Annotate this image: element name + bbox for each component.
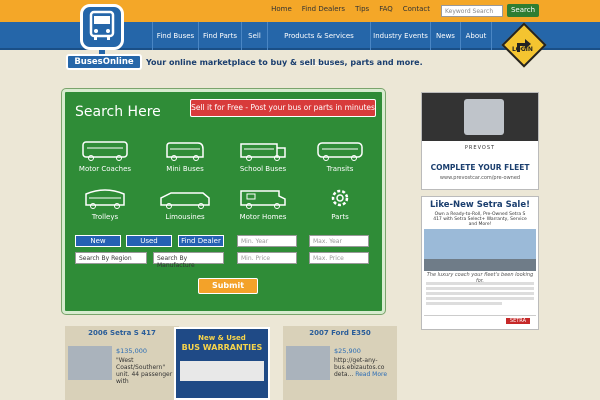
warranty-ad[interactable]: New & Used BUS WARRANTIES: [174, 327, 270, 400]
category-transits[interactable]: Transits: [305, 140, 375, 173]
listing-price: $135,000: [116, 347, 148, 355]
manufacture-select[interactable]: Search By Manufacture: [153, 252, 224, 269]
used-button[interactable]: Used: [126, 235, 172, 247]
logo-text[interactable]: BusesOnline: [66, 54, 142, 70]
sell-free-button[interactable]: Sell it for Free - Post your bus or part…: [190, 99, 376, 117]
category-label: Transits: [326, 165, 354, 173]
category-motor-homes[interactable]: Motor Homes: [228, 186, 298, 221]
category-trolleys[interactable]: Trolleys: [70, 186, 140, 221]
keyword-search-input[interactable]: Keyword Search: [441, 5, 503, 17]
category-label: Parts: [331, 213, 349, 221]
mini-bus-icon: [166, 142, 204, 161]
search-panel-title: Search Here: [75, 104, 161, 120]
coach-image: [464, 99, 504, 135]
prevost-brand: PREVOST: [464, 145, 496, 151]
transit-bus-icon: [317, 142, 363, 161]
setra-road-image: [424, 259, 536, 271]
max-price-input[interactable]: Max. Price: [309, 252, 369, 264]
tagline: Your online marketplace to buy & sell bu…: [146, 58, 423, 67]
trolley-icon: [85, 189, 125, 209]
top-link-contact[interactable]: Contact: [403, 5, 430, 13]
prevost-headline: COMPLETE YOUR FLEET: [430, 163, 530, 172]
setra-brand: SETRA: [505, 318, 530, 324]
listing-card[interactable]: 2007 Ford E350 $25,900 http://get-any-bu…: [283, 326, 397, 400]
nav-find-parts[interactable]: Find Parts: [198, 22, 241, 50]
new-button[interactable]: New: [75, 235, 121, 247]
nav-about[interactable]: About: [460, 22, 492, 50]
listing-image[interactable]: [286, 346, 330, 380]
logo-bus-icon[interactable]: [80, 4, 124, 50]
category-label: School Buses: [239, 165, 287, 173]
listing-description: "West Coast/Southern" unit. 44 passenger…: [116, 357, 173, 385]
setra-headline: Like-New Setra Sale!: [430, 200, 530, 210]
school-bus-icon: [240, 143, 286, 161]
category-mini-buses[interactable]: Mini Buses: [150, 140, 220, 173]
prevost-coach-image: [422, 93, 538, 141]
max-year-input[interactable]: Max. Year: [309, 235, 369, 247]
top-link-tips[interactable]: Tips: [355, 5, 369, 13]
region-select[interactable]: Search By Region: [75, 252, 147, 264]
setra-footer: SETRA: [424, 315, 536, 327]
login-label[interactable]: LOGIN: [512, 46, 533, 53]
category-parts[interactable]: Parts: [305, 186, 375, 221]
category-label: Trolleys: [91, 213, 119, 221]
warranty-buses-image: [180, 361, 264, 381]
listing-description: http://get-any-bus.ebizautos.co deta... …: [334, 357, 394, 378]
top-link-find-dealers[interactable]: Find Dealers: [302, 5, 345, 13]
nav-sell[interactable]: Sell: [241, 22, 267, 50]
nav-news[interactable]: News: [430, 22, 460, 50]
nav-find-buses[interactable]: Find Buses: [152, 22, 198, 50]
listing-title[interactable]: 2007 Ford E350: [283, 329, 397, 337]
top-link-home[interactable]: Home: [271, 5, 292, 13]
listing-card[interactable]: 2006 Setra S 417 $135,000 "West Coast/So…: [65, 326, 179, 400]
category-label: Limousines: [165, 213, 205, 221]
listing-price: $25,900: [334, 347, 361, 355]
nav-directory[interactable]: Products & Services Directory: [267, 22, 370, 68]
category-motor-coaches[interactable]: Motor Coaches: [70, 140, 140, 173]
search-button[interactable]: Search: [507, 4, 539, 17]
read-more-link[interactable]: Read More: [355, 371, 387, 378]
min-price-input[interactable]: Min. Price: [237, 252, 297, 264]
setra-ad[interactable]: Like-New Setra Sale! Own a Ready-to-Roll…: [421, 196, 539, 330]
category-label: Mini Buses: [166, 165, 204, 173]
limousine-icon: [160, 192, 210, 209]
setra-subtext: Own a Ready-to-Roll, Pre-Owned Setra S 4…: [433, 212, 527, 227]
search-panel: Search Here Sell it for Free - Post your…: [62, 89, 385, 314]
category-limousines[interactable]: Limousines: [150, 186, 220, 221]
listing-image[interactable]: [68, 346, 112, 380]
motor-coach-icon: [82, 141, 128, 161]
top-links: Home Find Dealers Tips FAQ Contact: [271, 5, 430, 13]
top-link-faq[interactable]: FAQ: [379, 5, 393, 13]
warranty-line2: BUS WARRANTIES: [181, 343, 263, 352]
prevost-ad[interactable]: PREVOST COMPLETE YOUR FLEET www.prevostc…: [421, 92, 539, 190]
find-dealer-button[interactable]: Find Dealer: [178, 235, 224, 247]
setra-fine-print: [426, 282, 534, 305]
min-year-input[interactable]: Min. Year: [237, 235, 297, 247]
category-label: Motor Homes: [239, 213, 287, 221]
prevost-url: www.prevostcar.com/pre-owned: [439, 175, 521, 181]
warranty-line1: New & Used: [198, 334, 246, 342]
nav-industry-events[interactable]: Industry Events: [370, 22, 430, 50]
motor-home-icon: [240, 190, 286, 209]
category-school-buses[interactable]: School Buses: [228, 140, 298, 173]
listing-title[interactable]: 2006 Setra S 417: [65, 329, 179, 337]
category-label: Motor Coaches: [78, 165, 132, 173]
submit-button[interactable]: Submit: [198, 278, 258, 294]
gear-icon: [331, 189, 349, 207]
